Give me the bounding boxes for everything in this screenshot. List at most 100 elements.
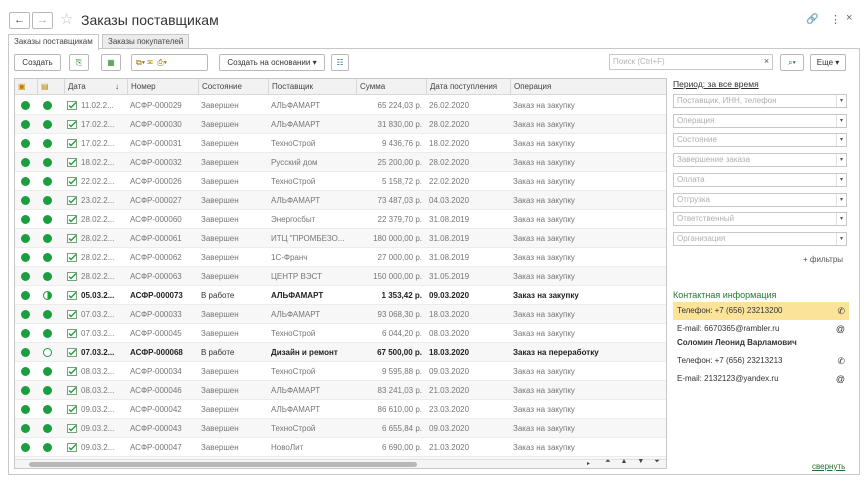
chevron-down-icon[interactable]: ▾	[836, 173, 846, 186]
cell-recv: 31.08.2019	[429, 234, 470, 243]
cell-recv: 09.03.2020	[429, 291, 470, 300]
cell-recv: 31.08.2019	[429, 215, 470, 224]
chevron-down-icon[interactable]: ▾	[836, 95, 846, 107]
create-button[interactable]: Создать	[14, 54, 61, 71]
col-date[interactable]: Дата ↓	[64, 79, 127, 95]
nav-arrows-group[interactable]: ⏶ ▲ ▼ ⏷	[605, 458, 665, 468]
cell-op: Заказ на закупку	[513, 405, 575, 414]
contact-phone-2[interactable]: Телефон: +7 (656) 23213213 ✆	[673, 352, 849, 370]
close-icon[interactable]: ×	[846, 12, 852, 24]
back-button[interactable]: ←	[9, 12, 30, 29]
horizontal-scrollbar[interactable]: ▸ ⏶ ▲ ▼ ⏷	[15, 458, 666, 468]
more-button[interactable]: Еще ▾	[810, 54, 846, 71]
document-posted-icon	[67, 329, 78, 338]
window: ← → ☆ Заказы поставщикам 🔗 ⋮ × Заказы по…	[0, 0, 868, 484]
filter-field[interactable]: Состояние ▾	[673, 133, 847, 148]
filter-field[interactable]: Поставщик, ИНН, телефон ▾	[673, 94, 847, 108]
cell-sum: 25 200,00 р.	[377, 158, 422, 167]
payment-status-icon	[43, 291, 52, 300]
link-icon[interactable]: 🔗	[806, 14, 818, 25]
contact-email-2[interactable]: E-mail: 2132123@yandex.ru @	[673, 370, 849, 388]
table-row[interactable]: 28.02.2... АСФР-000062 Завершен 1С-Франч 27 …	[15, 248, 666, 267]
document-posted-icon	[67, 291, 78, 300]
structure-icon[interactable]: ☷	[331, 54, 349, 71]
scroll-right-arrow-icon[interactable]: ▸	[587, 460, 590, 467]
col-sum[interactable]: Сумма	[356, 79, 426, 95]
table-row[interactable]: 28.02.2... АСФР-000063 Завершен ЦЕНТР ВЭСТ 1…	[15, 267, 666, 286]
document-posted-icon	[67, 386, 78, 395]
table-row[interactable]: 08.03.2... АСФР-000034 Завершен ТехноСтрой 9…	[15, 362, 666, 381]
chevron-down-icon[interactable]: ▾	[836, 114, 846, 127]
col-state[interactable]: Состояние	[198, 79, 268, 95]
new-folder-icon[interactable]: ▦	[101, 54, 121, 71]
table-row[interactable]: 09.03.2... АСФР-000047 Завершен НовоЛит 6 69…	[15, 438, 666, 457]
document-posted-icon	[67, 215, 78, 224]
cell-op: Заказ на закупку	[513, 386, 575, 395]
chevron-down-icon[interactable]: ▾	[836, 193, 846, 206]
cell-sum: 73 487,03 р.	[377, 196, 422, 205]
table-row[interactable]: 07.03.2... АСФР-000045 Завершен ТехноСтрой 6…	[15, 324, 666, 343]
favorite-star-icon[interactable]: ☆	[60, 10, 73, 28]
filter-field-placeholder: Оплата	[677, 174, 705, 184]
tab-customer-orders[interactable]: Заказы покупателей	[102, 34, 190, 49]
cell-date: 11.02.2...	[81, 101, 114, 110]
search-button[interactable]: ⌕▾	[780, 54, 804, 71]
filter-field[interactable]: Ответственный ▾	[673, 212, 847, 227]
filter-field[interactable]: Отгрузка ▾	[673, 192, 847, 207]
search-input[interactable]: Поиск (Ctrl+F)	[609, 54, 773, 70]
chevron-down-icon[interactable]: ▾	[836, 213, 846, 226]
filter-field-placeholder: Организация	[677, 233, 726, 243]
cell-supplier: Энергосбыт	[271, 215, 316, 224]
print-tools-group[interactable]: ⧉▾ ✉ ⎙▾	[131, 54, 208, 71]
collapse-link[interactable]: свернуть	[812, 462, 845, 471]
table-row[interactable]: 28.02.2... АСФР-000060 Завершен Энергосбыт 2…	[15, 210, 666, 229]
table-row[interactable]: 11.02.2... АСФР-000029 Завершен АЛЬФАМАРТ 65…	[15, 96, 666, 115]
table-row[interactable]: 17.02.2... АСФР-000031 Завершен ТехноСтрой 9…	[15, 134, 666, 153]
table-row[interactable]: 09.03.2... АСФР-000043 Завершен ТехноСтрой 6…	[15, 419, 666, 438]
cell-recv: 21.03.2020	[429, 443, 470, 452]
document-posted-icon	[67, 120, 78, 129]
chevron-down-icon[interactable]: ▾	[836, 134, 846, 147]
forward-button[interactable]: →	[32, 12, 53, 29]
table-row[interactable]: 05.03.2... АСФР-000073 В работе АЛЬФАМАРТ 1 …	[15, 286, 666, 305]
filter-field[interactable]: Завершение заказа ▾	[673, 153, 847, 168]
arrow-left-icon: ←	[14, 14, 25, 26]
period-link[interactable]: Период: за все время	[673, 79, 759, 89]
table-row[interactable]: 07.03.2... АСФР-000068 В работе Дизайн и ре…	[15, 343, 666, 362]
table-row[interactable]: 23.02.2... АСФР-000027 Завершен АЛЬФАМАРТ 73…	[15, 191, 666, 210]
filter-field[interactable]: Оплата ▾	[673, 172, 847, 187]
col-receipt-date[interactable]: Дата поступления	[426, 79, 510, 95]
col-operation[interactable]: Операция	[510, 79, 666, 95]
tab-supplier-orders[interactable]: Заказы поставщикам	[8, 34, 99, 50]
cell-sum: 180 000,00 р.	[373, 234, 422, 243]
table-row[interactable]: 09.03.2... АСФР-000042 Завершен АЛЬФАМАРТ 86…	[15, 400, 666, 419]
copy-icon[interactable]: ⎘	[69, 54, 89, 71]
cell-supplier: Дизайн и ремонт	[271, 348, 338, 357]
col-supplier[interactable]: Поставщик	[268, 79, 356, 95]
table-row[interactable]: 22.02.2... АСФР-000026 Завершен ТехноСтрой 5…	[15, 172, 666, 191]
cell-recv: 09.03.2020	[429, 367, 470, 376]
chevron-down-icon[interactable]: ▾	[836, 154, 846, 167]
chevron-down-icon[interactable]: ▾	[836, 232, 846, 245]
folder-icon: ▤	[37, 79, 64, 95]
table-row[interactable]: 18.02.2... АСФР-000032 Завершен Русский дом…	[15, 153, 666, 172]
filter-field[interactable]: Операция ▾	[673, 113, 847, 128]
filter-field[interactable]: Организация ▾	[673, 231, 847, 246]
table-row[interactable]: 17.02.2... АСФР-000030 Завершен АЛЬФАМАРТ 31…	[15, 115, 666, 134]
payment-status-icon	[43, 177, 52, 186]
cell-date: 07.03.2...	[81, 329, 115, 338]
clear-search-icon[interactable]: ×	[760, 54, 773, 70]
more-menu-icon[interactable]: ⋮	[830, 13, 841, 26]
table-row[interactable]: 07.03.2... АСФР-000033 Завершен АЛЬФАМАРТ 93…	[15, 305, 666, 324]
orders-table[interactable]: ▣ ▤ Дата ↓ Номер Состояние Поставщик Сумм…	[14, 78, 667, 469]
col-number[interactable]: Номер	[127, 79, 198, 95]
create-based-on-button[interactable]: Создать на основании ▾	[219, 54, 325, 71]
add-filters-link[interactable]: + фильтры	[803, 255, 843, 264]
scroll-thumb[interactable]	[29, 462, 417, 467]
contact-phone-1[interactable]: Телефон: +7 (656) 23213200 ✆	[673, 302, 849, 320]
table-row[interactable]: 28.02.2... АСФР-000061 Завершен ИТЦ "ПРОМБЕ…	[15, 229, 666, 248]
table-row[interactable]: 08.03.2... АСФР-000046 Завершен АЛЬФАМАРТ 83…	[15, 381, 666, 400]
cell-supplier: АЛЬФАМАРТ	[271, 196, 321, 205]
box-icon: ▣	[18, 82, 26, 91]
cell-num: АСФР-000026	[130, 177, 182, 186]
